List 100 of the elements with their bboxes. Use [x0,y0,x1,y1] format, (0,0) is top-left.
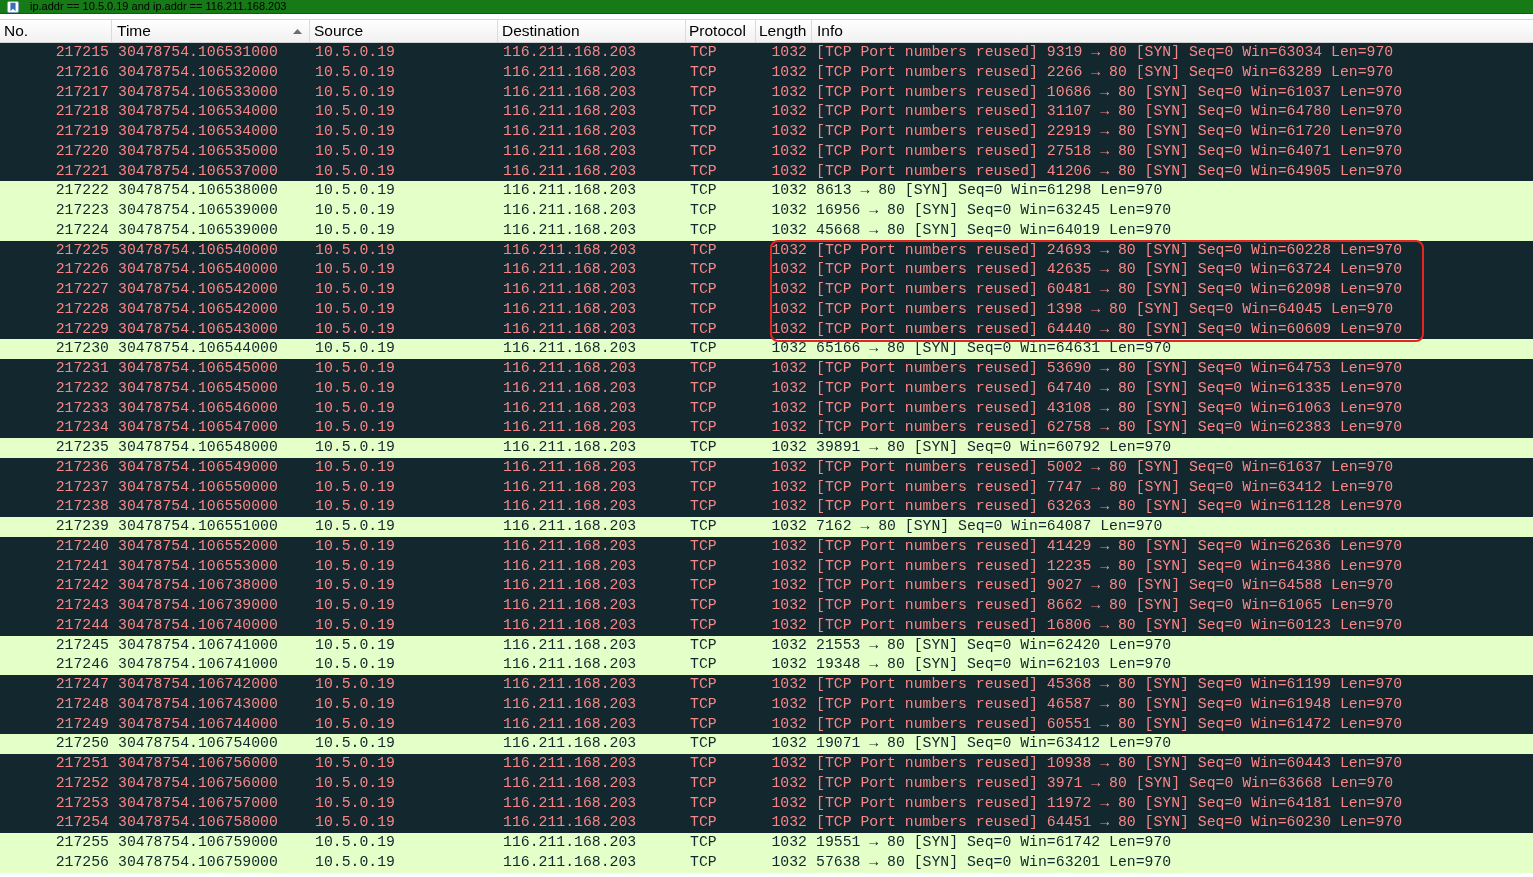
column-header[interactable]: Destination [498,20,686,42]
packet-row[interactable]: 217219 30478754.106534000 10.5.0.19 116.211.168.203 TCP 1032 [TCP Port numbers reused] 22919 → 80 [SYN] Seq=0 Win=61720 Len=970 [0,122,1533,142]
packet-row[interactable]: 217238 30478754.106550000 10.5.0.19 116.211.168.203 TCP 1032 [TCP Port numbers reused] 63263 → 80 [SYN] Seq=0 Win=61128 Len=970 [0,497,1533,517]
packet-row[interactable]: 217236 30478754.106549000 10.5.0.19 116.211.168.203 TCP 1032 [TCP Port numbers reused] 5002 → 80 [SYN] Seq=0 Win=61637 Len=970 [0,457,1533,478]
table-cell-text: TCP [689,813,718,833]
packet-row[interactable]: 217239 30478754.106551000 10.5.0.19 116.211.168.203 TCP 1032 7162 → 80 [SYN] Seq=0 Win=64087 Len=970 [0,517,1533,537]
table-cell-text: 30478754.106547000 [117,418,279,438]
table-cell-text: 116.211.168.203 [502,833,638,852]
table-cell-text: TCP [689,299,718,319]
table-cell-text: TCP [689,201,718,220]
packet-row[interactable]: 217222 30478754.106538000 10.5.0.19 116.211.168.203 TCP 1032 8613 → 80 [SYN] Seq=0 Win=61298 Len=970 [0,181,1533,201]
table-cell-text: 30478754.106532000 [117,62,279,82]
table-cell-text: [TCP Port numbers reused] 12235 → 80 [SYN] Seq=0 Win=64386 Len=970 [815,556,1404,576]
packet-row[interactable]: 217255 30478754.106759000 10.5.0.19 116.211.168.203 TCP 1032 19551 → 80 [SYN] Seq=0 Win=61742 Len=970 [0,833,1533,853]
table-cell-text: 116.211.168.203 [502,596,638,615]
column-header[interactable]: Time [112,20,310,42]
table-cell-text: 217230 [54,339,110,359]
table-cell-text: TCP [689,43,718,62]
packet-row[interactable]: 217224 30478754.106539000 10.5.0.19 116.211.168.203 TCP 1032 45668 → 80 [SYN] Seq=0 Win=64019 Len=970 [0,220,1533,241]
packet-row[interactable]: 217234 30478754.106547000 10.5.0.19 116.211.168.203 TCP 1032 [TCP Port numbers reused] 62758 → 80 [SYN] Seq=0 Win=62383 Len=970 [0,418,1533,438]
table-cell-text: 116.211.168.203 [502,418,638,438]
table-cell-text: 217248 [54,694,110,714]
table-cell-text: 45668 → 80 [SYN] Seq=0 Win=64019 Len=970 [815,220,1173,240]
packet-row[interactable]: 217235 30478754.106548000 10.5.0.19 116.211.168.203 TCP 1032 39891 → 80 [SYN] Seq=0 Win=60792 Len=970 [0,438,1533,458]
table-cell-text: 10.5.0.19 [314,201,396,220]
table-cell-text: 10.5.0.19 [314,141,396,161]
packet-row[interactable]: 217217 30478754.106533000 10.5.0.19 116.211.168.203 TCP 1032 [TCP Port numbers reused] 10686 → 80 [SYN] Seq=0 Win=61037 Len=970 [0,82,1533,103]
table-cell-text: TCP [689,339,718,359]
packet-row[interactable]: 217252 30478754.106756000 10.5.0.19 116.211.168.203 TCP 1032 [TCP Port numbers reused] 3971 → 80 [SYN] Seq=0 Win=63668 Len=970 [0,773,1533,794]
packet-row[interactable]: 217241 30478754.106553000 10.5.0.19 116.211.168.203 TCP 1032 [TCP Port numbers reused] 12235 → 80 [SYN] Seq=0 Win=64386 Len=970 [0,556,1533,577]
table-cell-text: TCP [689,675,718,694]
table-cell-text: 30478754.106550000 [117,477,279,497]
packet-row[interactable]: 217251 30478754.106756000 10.5.0.19 116.211.168.203 TCP 1032 [TCP Port numbers reused] 10938 → 80 [SYN] Seq=0 Win=60443 Len=970 [0,754,1533,774]
table-cell-text: 1032 [770,694,808,714]
table-cell-text: 217246 [54,655,110,675]
table-cell-text: 10.5.0.19 [314,339,396,359]
packet-row[interactable]: 217223 30478754.106539000 10.5.0.19 116.211.168.203 TCP 1032 16956 → 80 [SYN] Seq=0 Win=63245 Len=970 [0,201,1533,221]
table-cell-text: [TCP Port numbers reused] 42635 → 80 [SYN] Seq=0 Win=63724 Len=970 [815,260,1404,280]
table-cell-text: 10.5.0.19 [314,378,396,398]
column-header[interactable]: Source [310,20,498,42]
packet-row[interactable]: 217249 30478754.106744000 10.5.0.19 116.211.168.203 TCP 1032 [TCP Port numbers reused] 60551 → 80 [SYN] Seq=0 Win=61472 Len=970 [0,714,1533,735]
packet-row[interactable]: 217231 30478754.106545000 10.5.0.19 116.211.168.203 TCP 1032 [TCP Port numbers reused] 53690 → 80 [SYN] Seq=0 Win=64753 Len=970 [0,359,1533,379]
packet-row[interactable]: 217218 30478754.106534000 10.5.0.19 116.211.168.203 TCP 1032 [TCP Port numbers reused] 31107 → 80 [SYN] Seq=0 Win=64780 Len=970 [0,102,1533,122]
table-cell-text: [TCP Port numbers reused] 9319 → 80 [SYN] Seq=0 Win=63034 Len=970 [815,43,1395,62]
packet-row[interactable]: 217227 30478754.106542000 10.5.0.19 116.211.168.203 TCP 1032 [TCP Port numbers reused] 60481 → 80 [SYN] Seq=0 Win=62098 Len=970 [0,280,1533,300]
table-cell-text: 116.211.168.203 [502,378,638,398]
table-cell-text: 116.211.168.203 [502,655,638,675]
bookmark-icon[interactable] [6,0,20,13]
packet-row[interactable]: 217250 30478754.106754000 10.5.0.19 116.211.168.203 TCP 1032 19071 → 80 [SYN] Seq=0 Win=63412 Len=970 [0,734,1533,754]
packet-row[interactable]: 217237 30478754.106550000 10.5.0.19 116.211.168.203 TCP 1032 [TCP Port numbers reused] 7747 → 80 [SYN] Seq=0 Win=63412 Len=970 [0,477,1533,498]
packet-row[interactable]: 217242 30478754.106738000 10.5.0.19 116.211.168.203 TCP 1032 [TCP Port numbers reused] 9027 → 80 [SYN] Seq=0 Win=64588 Len=970 [0,576,1533,596]
table-cell-text: TCP [689,280,718,299]
table-cell-text: 1032 [770,82,808,102]
table-cell-text: [TCP Port numbers reused] 5002 → 80 [SYN] Seq=0 Win=61637 Len=970 [815,457,1395,477]
table-cell-text: 116.211.168.203 [502,517,638,536]
packet-row[interactable]: 217243 30478754.106739000 10.5.0.19 116.211.168.203 TCP 1032 [TCP Port numbers reused] 8662 → 80 [SYN] Seq=0 Win=61065 Len=970 [0,596,1533,616]
packet-row[interactable]: 217244 30478754.106740000 10.5.0.19 116.211.168.203 TCP 1032 [TCP Port numbers reused] 16806 → 80 [SYN] Seq=0 Win=60123 Len=970 [0,615,1533,636]
table-cell-text: 19348 → 80 [SYN] Seq=0 Win=62103 Len=970 [815,655,1173,675]
packet-row[interactable]: 217240 30478754.106552000 10.5.0.19 116.211.168.203 TCP 1032 [TCP Port numbers reused] 41429 → 80 [SYN] Seq=0 Win=62636 Len=970 [0,536,1533,557]
table-cell-text: 1032 [770,280,808,299]
packet-row[interactable]: 217245 30478754.106741000 10.5.0.19 116.211.168.203 TCP 1032 21553 → 80 [SYN] Seq=0 Win=62420 Len=970 [0,635,1533,656]
column-header[interactable]: Info [812,20,1533,42]
table-cell-text: 1032 [770,398,808,418]
packet-row[interactable]: 217228 30478754.106542000 10.5.0.19 116.211.168.203 TCP 1032 [TCP Port numbers reused] 1398 → 80 [SYN] Seq=0 Win=64045 Len=970 [0,299,1533,320]
packet-row[interactable]: 217256 30478754.106759000 10.5.0.19 116.211.168.203 TCP 1032 57638 → 80 [SYN] Seq=0 Win=63201 Len=970 [0,852,1533,873]
packet-row[interactable]: 217253 30478754.106757000 10.5.0.19 116.211.168.203 TCP 1032 [TCP Port numbers reused] 11972 → 80 [SYN] Seq=0 Win=64181 Len=970 [0,793,1533,814]
table-cell-text: 30478754.106743000 [117,694,279,714]
table-cell-text: 1032 [770,773,808,793]
table-cell-text: 10.5.0.19 [314,793,396,813]
table-cell-text: TCP [689,240,718,260]
table-cell-text: 116.211.168.203 [502,714,638,734]
column-header[interactable]: Protocol [686,20,756,42]
table-cell-text: TCP [689,62,718,82]
packet-row[interactable]: 217225 30478754.106540000 10.5.0.19 116.211.168.203 TCP 1032 [TCP Port numbers reused] 24693 → 80 [SYN] Seq=0 Win=60228 Len=970 [0,240,1533,261]
display-filter-field[interactable]: ip.addr == 10.5.0.19 and ip.addr == 116.211.168.203 [0,0,1533,14]
table-cell-text: 217253 [54,793,110,813]
packet-row[interactable]: 217246 30478754.106741000 10.5.0.19 116.211.168.203 TCP 1032 19348 → 80 [SYN] Seq=0 Win=62103 Len=970 [0,655,1533,675]
table-cell-text: 10.5.0.19 [314,694,396,714]
packet-row[interactable]: 217215 30478754.106531000 10.5.0.19 116.211.168.203 TCP 1032 [TCP Port numbers reused] 9319 → 80 [SYN] Seq=0 Win=63034 Len=970 [0,43,1533,63]
packet-row[interactable]: 217229 30478754.106543000 10.5.0.19 116.211.168.203 TCP 1032 [TCP Port numbers reused] 64440 → 80 [SYN] Seq=0 Win=60609 Len=970 [0,319,1533,340]
table-cell-text: 30478754.106539000 [117,201,279,220]
table-cell-text: 116.211.168.203 [502,734,638,754]
table-cell-text: 217220 [54,141,110,161]
packet-row[interactable]: 217233 30478754.106546000 10.5.0.19 116.211.168.203 TCP 1032 [TCP Port numbers reused] 43108 → 80 [SYN] Seq=0 Win=61063 Len=970 [0,398,1533,419]
column-header[interactable]: No. [0,20,112,42]
table-cell-text: 10.5.0.19 [314,181,396,201]
packet-row[interactable]: 217247 30478754.106742000 10.5.0.19 116.211.168.203 TCP 1032 [TCP Port numbers reused] 45368 → 80 [SYN] Seq=0 Win=61199 Len=970 [0,675,1533,695]
table-cell-text: 30478754.106546000 [117,398,279,418]
table-cell-text: 57638 → 80 [SYN] Seq=0 Win=63201 Len=970 [815,852,1173,872]
table-cell-text: 217249 [54,714,110,734]
packet-row[interactable]: 217248 30478754.106743000 10.5.0.19 116.211.168.203 TCP 1032 [TCP Port numbers reused] 46587 → 80 [SYN] Seq=0 Win=61948 Len=970 [0,694,1533,715]
packet-row[interactable]: 217226 30478754.106540000 10.5.0.19 116.211.168.203 TCP 1032 [TCP Port numbers reused] 42635 → 80 [SYN] Seq=0 Win=63724 Len=970 [0,260,1533,280]
table-cell-text: 217225 [54,240,110,260]
packet-row[interactable]: 217216 30478754.106532000 10.5.0.19 116.211.168.203 TCP 1032 [TCP Port numbers reused] 2266 → 80 [SYN] Seq=0 Win=63289 Len=970 [0,62,1533,83]
packet-row[interactable]: 217220 30478754.106535000 10.5.0.19 116.211.168.203 TCP 1032 [TCP Port numbers reused] 27518 → 80 [SYN] Seq=0 Win=64071 Len=970 [0,141,1533,162]
table-cell-text: 116.211.168.203 [502,43,638,62]
packet-row[interactable]: 217254 30478754.106758000 10.5.0.19 116.211.168.203 TCP 1032 [TCP Port numbers reused] 64451 → 80 [SYN] Seq=0 Win=60230 Len=970 [0,813,1533,833]
packet-row[interactable]: 217232 30478754.106545000 10.5.0.19 116.211.168.203 TCP 1032 [TCP Port numbers reused] 64740 → 80 [SYN] Seq=0 Win=61335 Len=970 [0,378,1533,399]
column-header[interactable]: Length [756,20,812,42]
packet-row[interactable]: 217221 30478754.106537000 10.5.0.19 116.211.168.203 TCP 1032 [TCP Port numbers reused] 41206 → 80 [SYN] Seq=0 Win=64905 Len=970 [0,161,1533,182]
